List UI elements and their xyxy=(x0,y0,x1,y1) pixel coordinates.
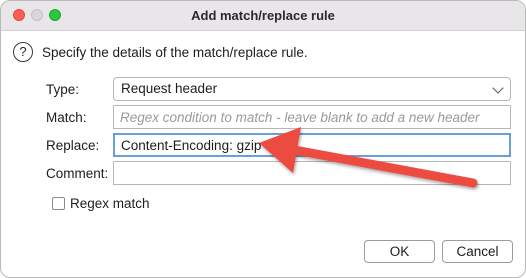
dialog-window: Add match/replace rule ? Specify the det… xyxy=(0,0,526,278)
window-title: Add match/replace rule xyxy=(191,8,335,23)
replace-label: Replace: xyxy=(46,138,100,153)
question-circle-icon: ? xyxy=(13,42,33,62)
type-select[interactable]: Request header xyxy=(113,77,511,101)
cancel-button[interactable]: Cancel xyxy=(442,240,513,263)
match-label: Match: xyxy=(46,110,87,125)
ok-button[interactable]: OK xyxy=(364,240,435,263)
comment-input[interactable] xyxy=(113,161,511,185)
match-input[interactable] xyxy=(113,105,511,129)
replace-input[interactable] xyxy=(113,133,511,157)
chevron-down-icon xyxy=(492,82,504,94)
type-label: Type: xyxy=(46,82,80,97)
regex-match-label: Regex match xyxy=(70,196,150,211)
dialog-description: Specify the details of the match/replace… xyxy=(42,45,308,60)
title-bar: Add match/replace rule xyxy=(1,1,525,31)
type-select-value: Request header xyxy=(121,81,218,96)
comment-label: Comment: xyxy=(46,166,109,181)
regex-match-checkbox[interactable] xyxy=(52,197,65,210)
